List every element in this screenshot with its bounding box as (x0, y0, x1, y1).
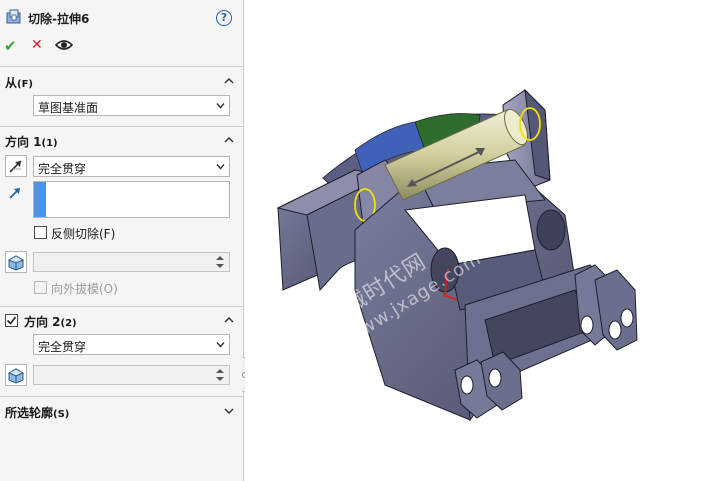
direction2-checkbox[interactable] (5, 314, 18, 327)
collapse-direction1-icon[interactable] (224, 135, 234, 145)
direction1-end-condition-value: 完全贯穿 (38, 162, 87, 176)
divider (0, 66, 244, 67)
help-icon[interactable]: ? (216, 10, 232, 26)
spinner-arrows-icon[interactable] (213, 254, 227, 270)
from-dropdown[interactable]: 草图基准面 (33, 95, 230, 116)
reverse-direction-button[interactable] (5, 155, 27, 177)
direction2-end-condition-value: 完全贯穿 (38, 340, 87, 354)
property-manager-panel: 切除-拉伸6 ? ✔ ✕ 从(F) 草图基准面 方向 1(1) 完全贯穿 反侧切… (0, 0, 244, 481)
title-bar: 切除-拉伸6 ? (0, 0, 244, 34)
draft-toggle-icon[interactable] (5, 251, 27, 273)
direction-vector-icon (9, 188, 20, 199)
direction-selection-box[interactable] (33, 181, 230, 218)
draft-outward-label: 向外拔模(O) (51, 282, 118, 296)
collapse-direction2-icon[interactable] (224, 315, 234, 325)
selection-focus-bar (34, 182, 46, 217)
flip-side-label: 反侧切除(F) (51, 227, 116, 241)
graphics-viewport[interactable]: 机械时代网 www.jxage.com (245, 0, 707, 481)
cut-extrude-icon (6, 9, 21, 24)
from-dropdown-value: 草图基准面 (38, 101, 99, 115)
chevron-down-icon (216, 164, 225, 170)
checkmark-icon (6, 316, 17, 325)
direction2-section-title[interactable]: 方向 2(2) (24, 313, 77, 330)
selected-contours-section-title[interactable]: 所选轮廓(S) (5, 404, 69, 421)
draft-angle-spinner[interactable] (33, 252, 230, 272)
chevron-down-icon (216, 342, 225, 348)
chevron-down-icon (216, 103, 225, 109)
expand-contours-icon[interactable] (224, 406, 234, 416)
divider (0, 396, 244, 397)
direction2-draft-angle-spinner[interactable] (33, 365, 230, 385)
draft-toggle-icon[interactable] (5, 364, 27, 386)
spinner-arrows-icon[interactable] (213, 367, 227, 383)
divider (0, 306, 244, 307)
from-section-title[interactable]: 从(F) (5, 74, 33, 91)
feature-title: 切除-拉伸6 (28, 12, 90, 26)
cancel-button[interactable]: ✕ (31, 37, 43, 53)
part-model[interactable] (245, 0, 707, 481)
direction1-section-title[interactable]: 方向 1(1) (5, 133, 58, 150)
ok-button[interactable]: ✔ (4, 37, 17, 55)
collapse-from-icon[interactable] (224, 76, 234, 86)
reverse-direction-icon (9, 160, 22, 173)
draft-outward-checkbox (34, 281, 47, 294)
direction1-end-condition-dropdown[interactable]: 完全贯穿 (33, 156, 230, 177)
direction2-end-condition-dropdown[interactable]: 完全贯穿 (33, 334, 230, 355)
divider (0, 126, 244, 127)
action-row: ✔ ✕ (0, 36, 244, 56)
eye-icon[interactable] (55, 39, 73, 51)
flip-side-checkbox[interactable] (34, 226, 47, 239)
